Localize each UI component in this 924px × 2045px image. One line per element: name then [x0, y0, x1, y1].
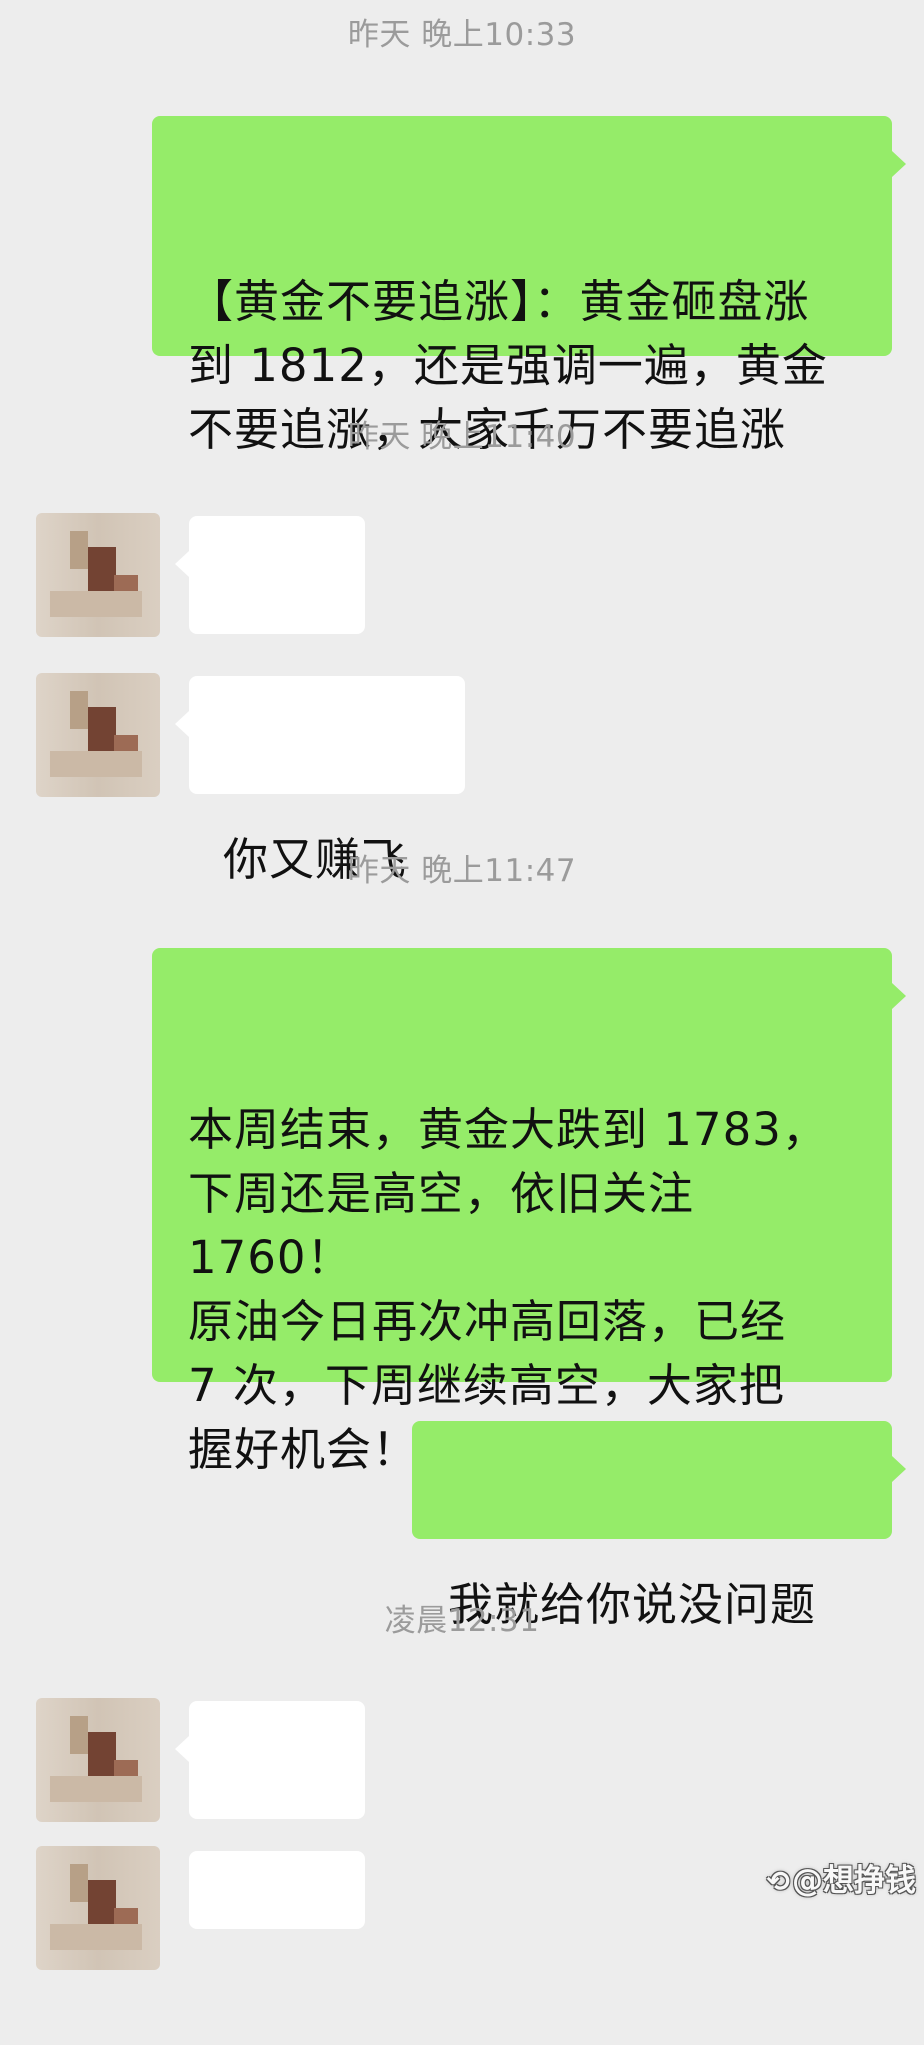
pixelated-avatar-icon — [70, 531, 88, 569]
pixelated-avatar-icon — [70, 691, 88, 729]
message-bubble-outgoing[interactable]: 本周结束，黄金大跌到 1783， 下周还是高空，依旧关注 1760！ 原油今日再… — [152, 948, 906, 1476]
watermark-icon: ⟲ — [766, 1865, 790, 1898]
contact-avatar[interactable] — [36, 513, 160, 637]
timestamp: 昨天 晚上11:40 — [347, 419, 577, 455]
timestamp: 昨天 晚上10:33 — [347, 17, 577, 53]
pixelated-avatar-icon — [70, 1864, 88, 1902]
message-bubble-outgoing[interactable]: 【黄金不要追涨】：黄金砸盘涨 到 1812，还是强调一遍，黄金 不要追涨，大家千… — [152, 116, 906, 456]
chat-history[interactable]: 昨天 晚上10:33 【黄金不要追涨】：黄金砸盘涨 到 1812，还是强调一遍，… — [0, 0, 924, 1970]
pixelated-avatar-icon — [70, 1716, 88, 1754]
message-bubble-incoming[interactable]: 真的 — [189, 1851, 365, 1929]
watermark: ⟲@想挣钱 — [767, 1862, 916, 1901]
watermark-text: @想挣钱 — [792, 1863, 916, 1899]
contact-avatar[interactable] — [36, 1698, 160, 1822]
timestamp: 昨天 晚上11:47 — [347, 853, 577, 889]
timestamp: 凌晨12:31 — [384, 1603, 540, 1639]
contact-avatar[interactable] — [36, 1846, 160, 1970]
message-bubble-incoming[interactable]: 厉害 — [175, 516, 365, 726]
message-bubble-incoming[interactable]: 厉害 — [175, 1701, 365, 1911]
message-bubble-incoming[interactable]: 你又赚飞 — [175, 676, 465, 886]
message-bubble-outgoing[interactable]: 我就给你说没问题 — [412, 1421, 906, 1631]
contact-avatar[interactable] — [36, 673, 160, 797]
